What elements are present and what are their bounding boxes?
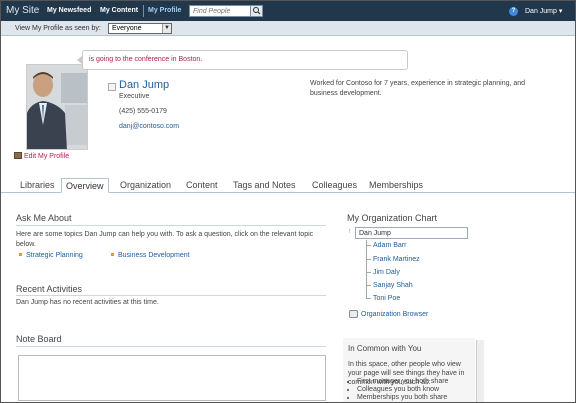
view-as-label: View My Profile as seen by: xyxy=(15,25,101,32)
tab-tags-and-notes[interactable]: Tags and Notes xyxy=(229,178,300,193)
bullet-icon xyxy=(111,253,114,256)
note-board-heading: Note Board xyxy=(16,334,62,344)
org-tree-line xyxy=(366,240,367,298)
topic-label: Business Development xyxy=(118,252,190,259)
organization-browser-link[interactable]: Organization Browser xyxy=(361,311,428,318)
topic-label: Strategic Planning xyxy=(26,252,83,259)
status-bubble[interactable]: is going to the conference in Boston. xyxy=(77,50,408,70)
view-as-select[interactable]: Everyone ▼ xyxy=(108,23,172,34)
tab-overview[interactable]: Overview xyxy=(61,178,109,193)
tab-libraries[interactable]: Libraries xyxy=(16,178,59,193)
search-placeholder: Find People xyxy=(193,8,231,15)
edit-profile-link[interactable]: Edit My Profile xyxy=(14,152,69,160)
org-tree-branch xyxy=(366,259,371,260)
user-menu[interactable]: Dan Jump ▾ xyxy=(525,7,562,15)
org-report-adam-barr[interactable]: Adam Barr xyxy=(373,242,406,249)
org-report-frank-martinez[interactable]: Frank Martinez xyxy=(373,256,420,263)
topic-business-development[interactable]: Business Development xyxy=(111,252,190,259)
bullet-icon xyxy=(19,253,22,256)
note-board-input[interactable] xyxy=(18,355,326,401)
in-common-panel: In Common with You In this space, other … xyxy=(343,338,475,402)
profile-photo xyxy=(26,64,88,150)
edit-profile-icon xyxy=(14,152,22,159)
in-common-heading: In Common with You xyxy=(348,344,422,353)
chevron-down-icon[interactable]: ▼ xyxy=(162,24,171,33)
profile-name: Dan Jump xyxy=(119,79,170,91)
org-tree-branch xyxy=(366,285,371,286)
nav-my-profile[interactable]: My Profile xyxy=(148,7,181,14)
tab-organization[interactable]: Organization xyxy=(116,178,175,193)
org-chart-self[interactable]: Dan Jump xyxy=(355,227,468,239)
ask-intro: Here are some topics Dan Jump can help y… xyxy=(16,231,314,248)
org-tree-branch xyxy=(366,245,371,246)
tab-memberships[interactable]: Memberships xyxy=(365,178,427,193)
organization-browser-icon xyxy=(349,310,358,318)
profile-photo-image xyxy=(27,65,87,149)
nav-my-newsfeed[interactable]: My Newsfeed xyxy=(47,7,91,14)
org-report-jim-daly[interactable]: Jim Daly xyxy=(373,269,400,276)
org-tree-branch xyxy=(366,298,371,299)
presence-icon xyxy=(108,83,116,91)
recent-divider xyxy=(16,295,326,296)
list-item: Colleagues you both know xyxy=(357,386,448,394)
org-self-name: Dan Jump xyxy=(359,230,391,237)
ask-divider xyxy=(16,225,326,226)
site-title[interactable]: My Site xyxy=(6,5,39,16)
in-common-list: First manager you both share Colleagues … xyxy=(357,378,448,402)
profile-email-link[interactable]: danj@contoso.com xyxy=(119,123,179,130)
search-input[interactable]: Find People xyxy=(189,5,263,17)
org-tree-branch xyxy=(366,272,371,273)
search-icon xyxy=(253,7,261,15)
recent-activities-text: Dan Jump has no recent activities at thi… xyxy=(16,299,159,306)
ask-me-about-heading: Ask Me About xyxy=(16,213,72,223)
list-item: First manager you both share xyxy=(357,378,448,386)
tab-colleagues[interactable]: Colleagues xyxy=(308,178,361,193)
org-chart-heading: My Organization Chart xyxy=(347,213,438,223)
tab-content[interactable]: Content xyxy=(182,178,222,193)
view-as-value: Everyone xyxy=(112,25,142,32)
in-common-scrollbar[interactable] xyxy=(476,340,484,402)
edit-profile-label: Edit My Profile xyxy=(24,153,70,160)
org-report-toni-poe[interactable]: Toni Poe xyxy=(373,295,400,302)
note-divider xyxy=(16,346,326,347)
top-navigation-bar: My Site My Newsfeed My Content My Profil… xyxy=(1,1,575,21)
profile-about: Worked for Contoso for 7 years, experien… xyxy=(310,80,526,97)
help-icon[interactable]: ? xyxy=(509,7,518,16)
nav-my-content[interactable]: My Content xyxy=(100,7,138,14)
status-text: is going to the conference in Boston. xyxy=(89,56,203,63)
profile-title: Executive xyxy=(119,93,150,100)
view-as-bar: View My Profile as seen by: Everyone ▼ xyxy=(1,21,575,36)
list-item: Memberships you both share xyxy=(357,394,448,402)
status-bubble-tail xyxy=(77,55,83,65)
topic-strategic-planning[interactable]: Strategic Planning xyxy=(19,252,83,259)
org-report-sanjay-shah[interactable]: Sanjay Shah xyxy=(373,282,413,289)
org-up-arrow-icon[interactable]: ↑ xyxy=(348,228,352,235)
nav-separator xyxy=(143,5,144,17)
recent-activities-heading: Recent Activities xyxy=(16,284,83,294)
profile-phone: (425) 555-0179 xyxy=(119,108,167,115)
search-button[interactable] xyxy=(250,6,262,16)
